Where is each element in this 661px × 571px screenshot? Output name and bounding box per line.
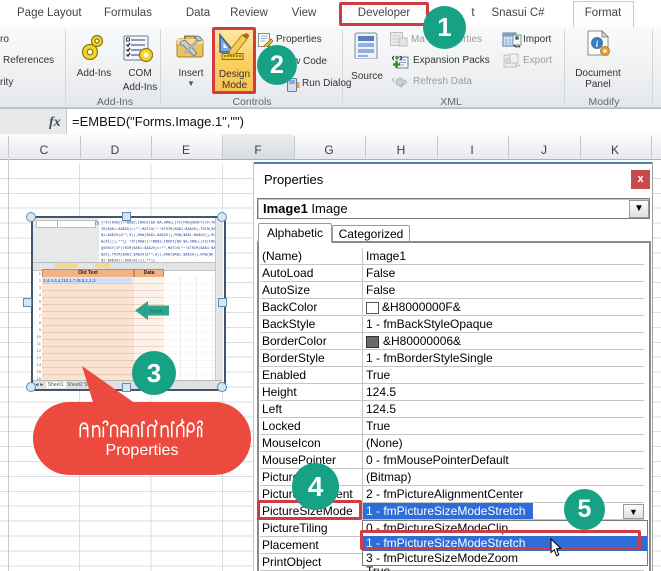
- svg-text:Result: Result: [150, 309, 164, 314]
